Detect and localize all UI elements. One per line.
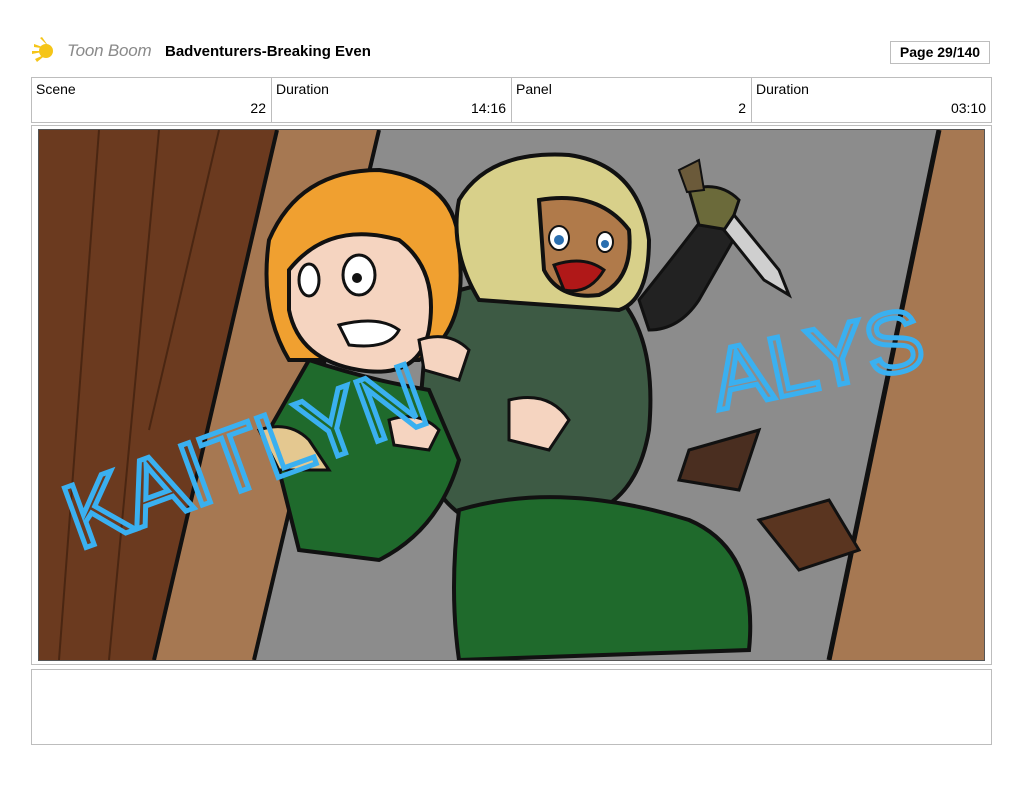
- panel-drawing: KAITLYN ALYS: [39, 130, 984, 660]
- storyboard-panel-image: KAITLYN ALYS: [38, 129, 985, 661]
- scene-value: 22: [250, 100, 266, 116]
- project-title: Badventurers-Breaking Even: [165, 43, 371, 60]
- scene-cell: Scene 22: [32, 78, 272, 122]
- panel-value: 2: [738, 100, 746, 116]
- panel-label: Panel: [516, 81, 552, 97]
- page-indicator: Page 29/140: [890, 41, 990, 64]
- panel-duration-value: 03:10: [950, 100, 986, 116]
- panel-notes-box[interactable]: [31, 669, 992, 745]
- logo-text: Toon Boom: [67, 41, 152, 60]
- panel-cell: Panel 2: [512, 78, 752, 122]
- scene-label: Scene: [36, 81, 76, 97]
- panel-duration-label: Duration: [756, 81, 809, 97]
- panel-duration-cell: Duration 03:10: [752, 78, 991, 122]
- scene-duration-label: Duration: [276, 81, 329, 97]
- scene-info-table: Scene 22 Duration 14:16 Panel 2 Duration…: [31, 77, 992, 123]
- scene-duration-value: 14:16: [470, 100, 506, 116]
- scene-duration-cell: Duration 14:16: [272, 78, 512, 122]
